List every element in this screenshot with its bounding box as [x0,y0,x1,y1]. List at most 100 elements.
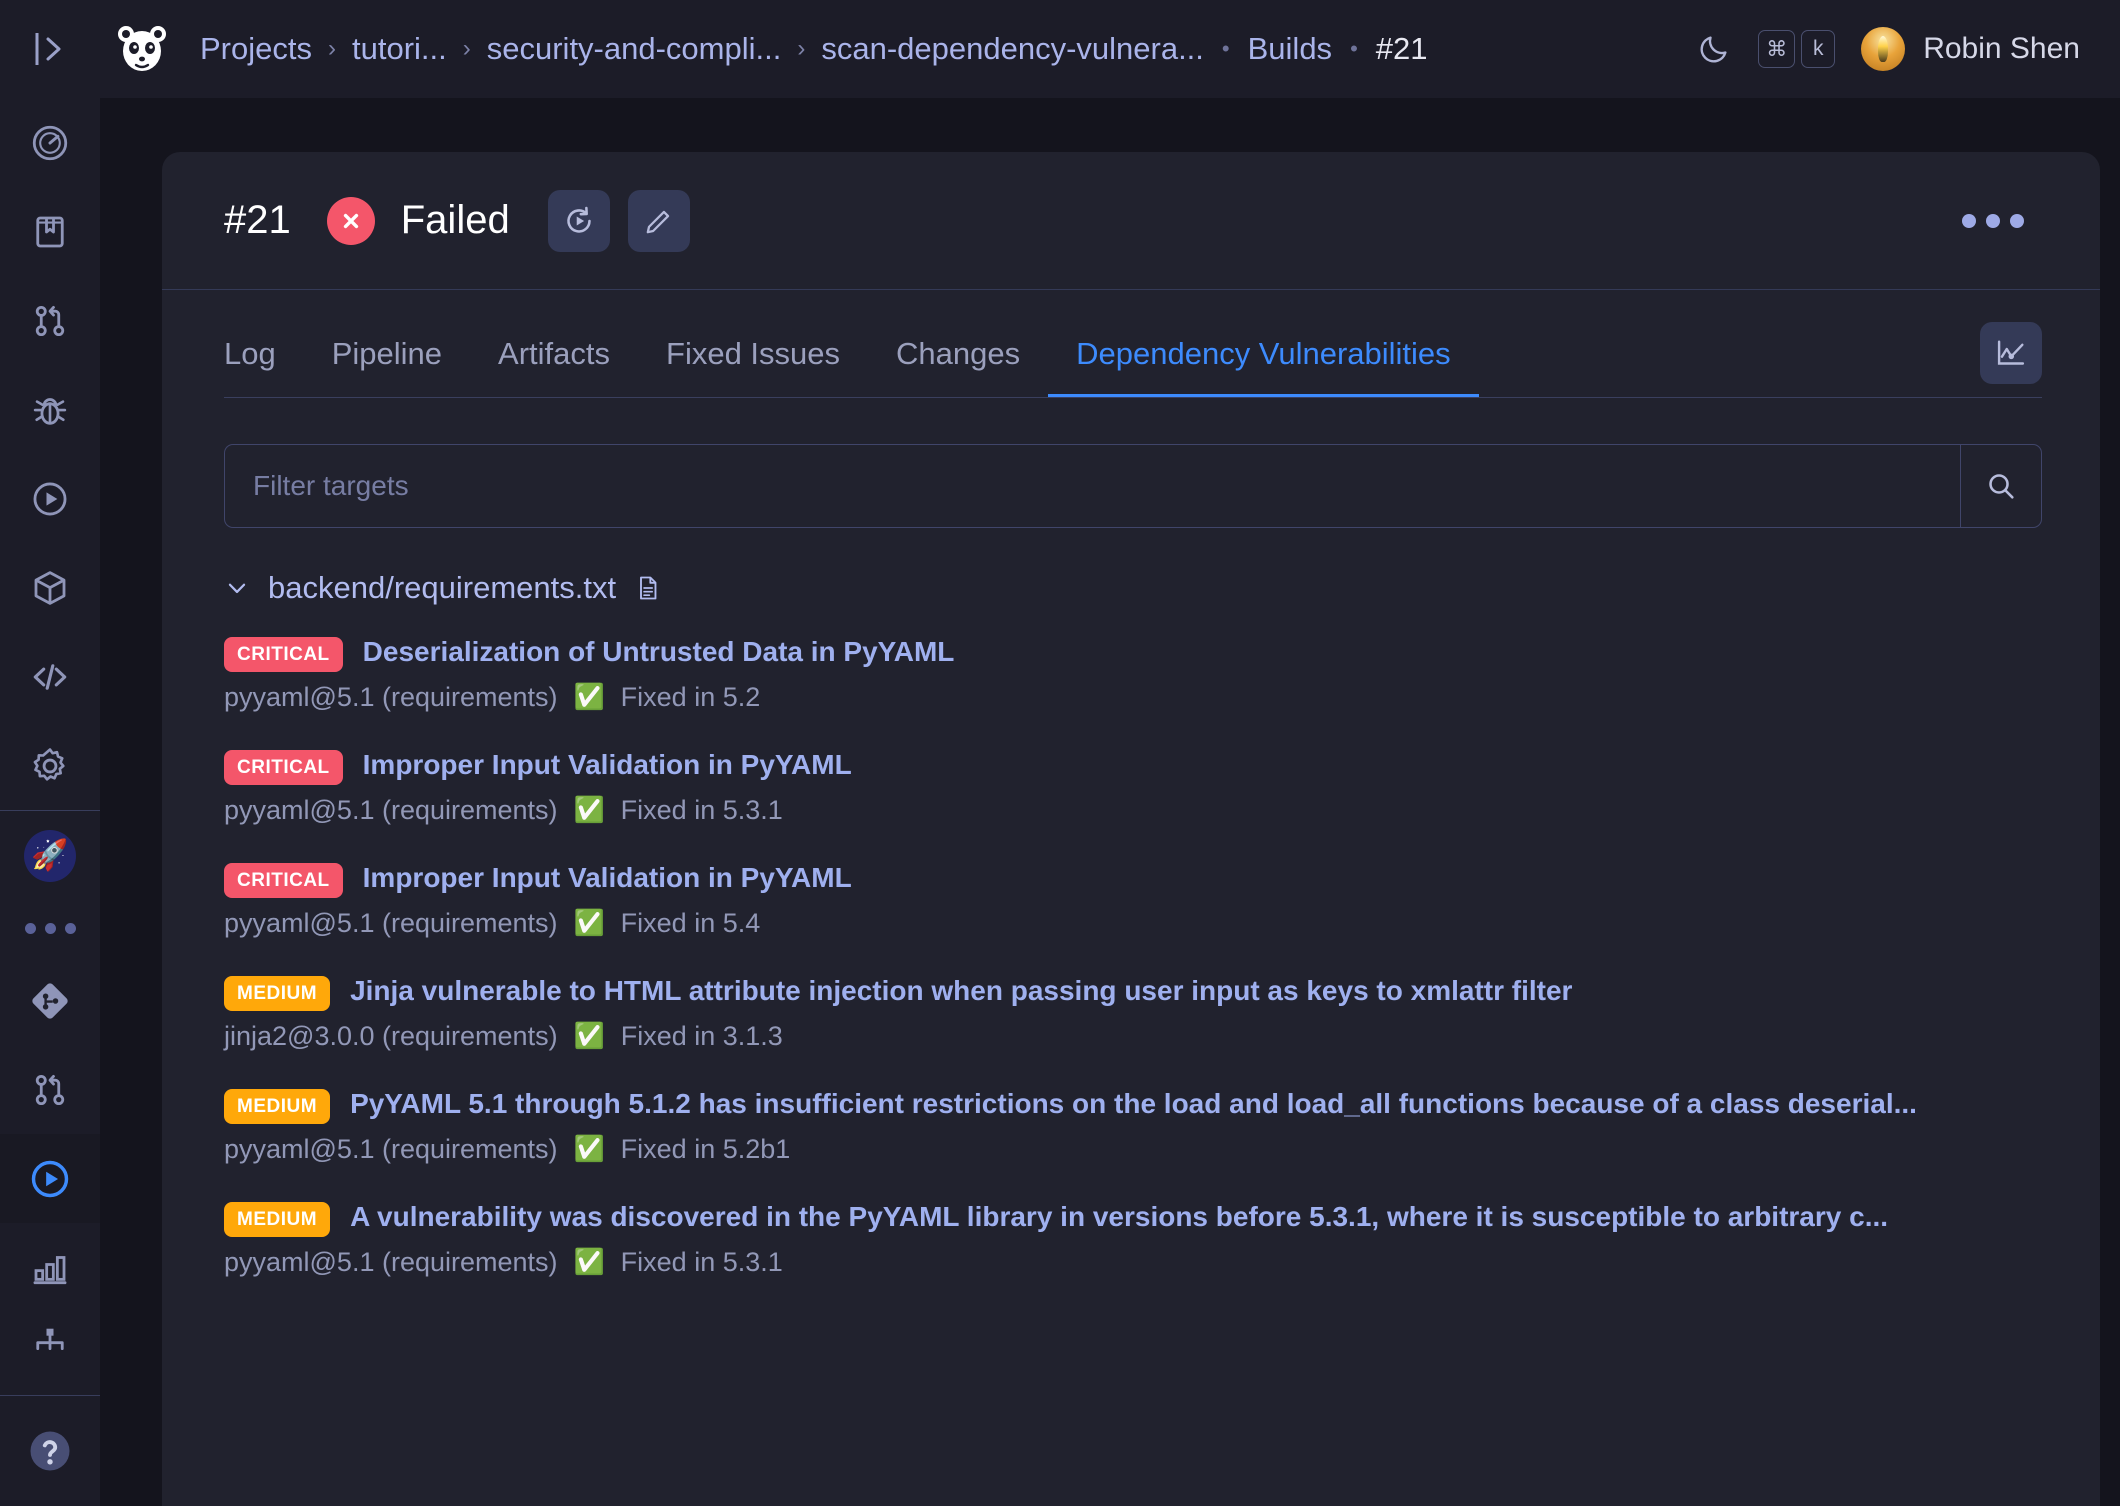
pull-request-icon [29,1069,71,1111]
tab-pipeline[interactable]: Pipeline [304,336,470,398]
fixed-version: Fixed in 5.4 [621,908,761,939]
vulnerability-heading: MEDIUM A vulnerability was discovered in… [224,1197,2042,1237]
theme-toggle-button[interactable] [1684,19,1744,79]
vulnerability-title[interactable]: Deserialization of Untrusted Data in PyY… [363,632,2042,672]
package-name: jinja2@3.0.0 (requirements) [224,1021,558,1052]
sidebar-item-code[interactable] [0,632,100,721]
vulnerability-row: MEDIUM A vulnerability was discovered in… [224,1197,2042,1278]
vulnerability-meta: pyyaml@5.1 (requirements) ✅ Fixed in 5.3… [224,1247,2042,1278]
sidebar-item-wiki[interactable] [0,187,100,276]
vulnerability-row: MEDIUM PyYAML 5.1 through 5.1.2 has insu… [224,1084,2042,1165]
fixed-version: Fixed in 5.2b1 [621,1134,791,1165]
sidebar-item-issues[interactable] [0,365,100,454]
vulnerability-title[interactable]: Improper Input Validation in PyYAML [363,745,2042,785]
panel-collapse-icon [33,29,67,69]
build-more-menu[interactable] [1944,196,2042,246]
onedev-panda-logo[interactable] [110,17,174,81]
vulnerability-title[interactable]: A vulnerability was discovered in the Py… [350,1197,2042,1237]
sidebar-item-dashboard[interactable] [0,98,100,187]
pull-request-icon [29,300,71,342]
sidebar-item-help[interactable] [0,1396,100,1506]
severity-badge[interactable]: MEDIUM [224,1089,330,1124]
status-badge [327,197,375,245]
vulnerability-list: backend/requirements.txt CRITICAL Deseri… [224,570,2042,1278]
sidebar-project-badge[interactable]: 🚀 [0,811,100,900]
vulnerability-meta: jinja2@3.0.0 (requirements) ✅ Fixed in 3… [224,1021,2042,1052]
breadcrumb-item-builds[interactable]: Builds [1244,31,1336,67]
sidebar-item-project-pull-requests[interactable] [0,1045,100,1134]
tab-label: Dependency Vulnerabilities [1076,336,1451,371]
kbd-k[interactable]: k [1801,30,1835,68]
file-text-icon[interactable] [634,573,662,603]
app-root: Projects › tutori... › security-and-comp… [0,0,2120,1506]
sidebar-item-project-deployments[interactable] [0,1312,100,1372]
fixed-version: Fixed in 5.2 [621,682,761,713]
tab-artifacts[interactable]: Artifacts [470,336,638,398]
breadcrumb-separator: › [797,35,805,63]
kbd-command[interactable]: ⌘ [1758,30,1795,68]
severity-badge[interactable]: CRITICAL [224,863,343,898]
severity-badge[interactable]: CRITICAL [224,637,343,672]
tab-label: Log [224,336,276,371]
breadcrumb-item-security-and-compliance[interactable]: security-and-compli... [483,31,786,67]
sidebar-item-builds[interactable] [0,454,100,543]
sidebar-item-settings[interactable] [0,721,100,810]
breadcrumb: Projects › tutori... › security-and-comp… [196,31,1432,67]
breadcrumb-item-scan-dependency-vulnerabilities[interactable]: scan-dependency-vulnera... [817,31,1208,67]
tab-label: Pipeline [332,336,442,371]
edit-build-button[interactable] [628,190,690,252]
book-icon [29,211,71,253]
sidebar-collapse-button[interactable] [0,0,100,98]
chart-toggle-button[interactable] [1980,322,2042,384]
sidebar-item-project-builds[interactable] [0,1134,100,1223]
git-diamond-icon [28,979,72,1023]
tab-label: Artifacts [498,336,610,371]
avatar[interactable] [1861,27,1905,71]
code-icon [29,656,71,698]
fixed-version: Fixed in 5.3.1 [621,795,783,826]
fixed-check-icon: ✅ [574,1137,605,1162]
sidebar-item-pull-requests[interactable] [0,276,100,365]
tab-label: Fixed Issues [666,336,840,371]
rerun-build-button[interactable] [548,190,610,252]
filter-targets-input[interactable] [224,444,1960,528]
top-header: Projects › tutori... › security-and-comp… [0,0,2120,98]
tab-dependency-vulnerabilities[interactable]: Dependency Vulnerabilities [1048,336,1479,398]
package-name: pyyaml@5.1 (requirements) [224,682,558,713]
vulnerability-title[interactable]: Jinja vulnerable to HTML attribute injec… [350,971,2042,1011]
breadcrumb-item-build-number: #21 [1372,31,1432,67]
failed-x-icon [338,208,364,234]
fixed-check-icon: ✅ [574,1250,605,1275]
filter-bar [224,444,2042,528]
sidebar-project-more[interactable] [0,900,100,956]
breadcrumb-separator: › [463,35,471,63]
command-palette-shortcut[interactable]: ⌘ k [1758,30,1835,68]
sidebar-item-git[interactable] [0,956,100,1045]
package-icon [29,567,71,609]
tab-label: Changes [896,336,1020,371]
tab-fixed-issues[interactable]: Fixed Issues [638,336,868,398]
vulnerability-title[interactable]: PyYAML 5.1 through 5.1.2 has insufficien… [350,1084,2042,1124]
vulnerability-group-header[interactable]: backend/requirements.txt [224,570,2042,606]
search-button[interactable] [1960,444,2042,528]
sidebar-item-packages[interactable] [0,543,100,632]
tab-underline [224,397,2042,398]
vulnerability-heading: CRITICAL Improper Input Validation in Py… [224,858,2042,898]
severity-badge[interactable]: MEDIUM [224,976,330,1011]
build-number: #21 [224,198,291,243]
breadcrumb-item-tutorial[interactable]: tutori... [348,31,451,67]
severity-badge[interactable]: MEDIUM [224,1202,330,1237]
tab-changes[interactable]: Changes [868,336,1048,398]
avatar-image [1878,36,1888,62]
breadcrumb-dot: • [1222,36,1230,62]
vulnerability-title[interactable]: Improper Input Validation in PyYAML [363,858,2042,898]
tab-log[interactable]: Log [224,336,304,398]
breadcrumb-item-projects[interactable]: Projects [196,31,316,67]
sidebar-item-project-insights[interactable] [0,1223,100,1312]
severity-badge[interactable]: CRITICAL [224,750,343,785]
vulnerability-meta: pyyaml@5.1 (requirements) ✅ Fixed in 5.4 [224,908,2042,939]
user-name[interactable]: Robin Shen [1923,32,2080,66]
fixed-version: Fixed in 5.3.1 [621,1247,783,1278]
build-header: #21 Failed [162,152,2100,290]
fixed-check-icon: ✅ [574,911,605,936]
